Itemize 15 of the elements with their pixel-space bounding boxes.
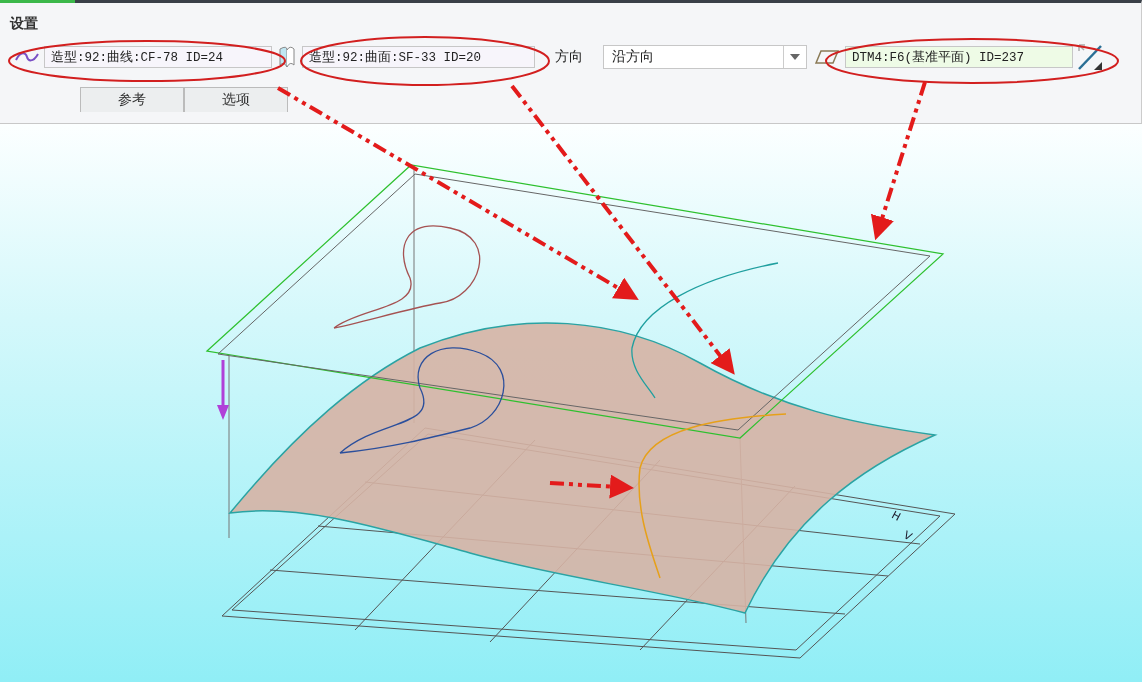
view-label: H: [889, 508, 903, 524]
section-title: 设置: [10, 15, 38, 33]
plane-reference-field[interactable]: DTM4:F6(基准平面) ID=237: [845, 46, 1073, 68]
direction-dropdown[interactable]: 沿方向: [603, 45, 807, 69]
tab[interactable]: 选项: [184, 87, 288, 112]
link-icon: [276, 45, 298, 69]
surface-reference-field[interactable]: 造型:92:曲面:SF-33 ID=20: [302, 46, 535, 68]
caret-down-icon: [790, 54, 800, 60]
curve-reference-field[interactable]: 造型:92:曲线:CF-78 ID=24: [44, 46, 272, 68]
direction-label: 方向: [555, 48, 583, 66]
flip-direction-icon: [1077, 43, 1103, 71]
direction-arrow: [217, 360, 229, 420]
tab[interactable]: 参考: [80, 87, 184, 112]
view-label: V: [901, 528, 915, 544]
plane-icon: [815, 50, 839, 64]
